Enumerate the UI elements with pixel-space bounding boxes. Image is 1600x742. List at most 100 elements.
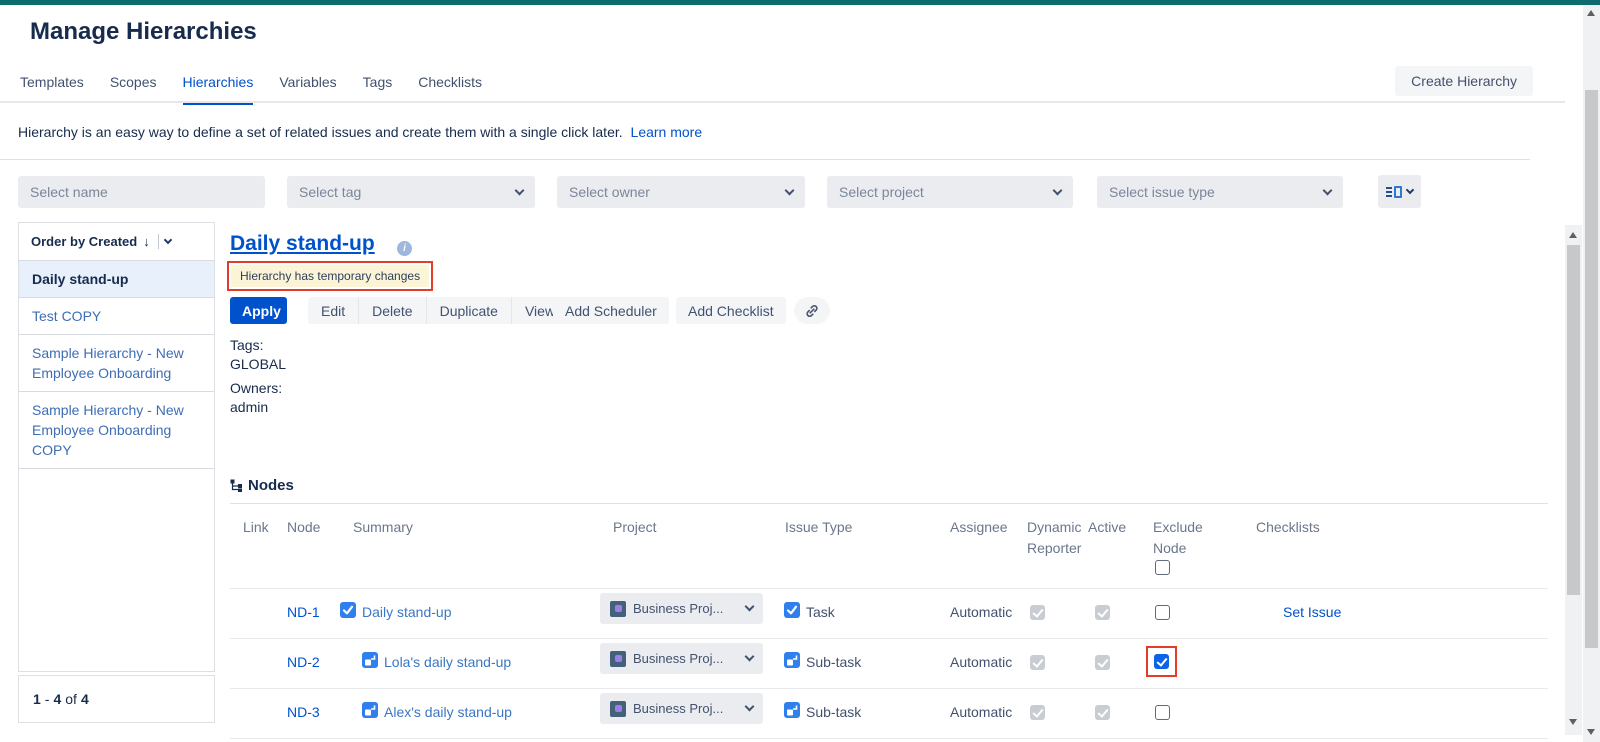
hierarchy-list-item[interactable]: Daily stand-up: [19, 261, 214, 298]
issue-type-value: Sub-task: [806, 654, 861, 670]
scrollbar-thumb[interactable]: [1585, 90, 1598, 648]
exclude-all-checkbox[interactable]: [1155, 560, 1170, 575]
scrollbar-thumb[interactable]: [1567, 245, 1580, 595]
project-value: Business Proj...: [633, 701, 739, 716]
pagination: 1 - 4 of 4: [18, 675, 215, 723]
pagination-separator: -: [45, 691, 50, 707]
column-header-issue-type: Issue Type: [785, 517, 852, 538]
description-text: Hierarchy is an easy way to define a set…: [18, 124, 623, 140]
project-select[interactable]: Business Proj...: [600, 693, 763, 724]
column-header-assignee: Assignee: [950, 517, 1008, 538]
scroll-up-arrow-icon[interactable]: [1569, 232, 1577, 238]
name-filter-input[interactable]: [18, 176, 265, 208]
chevron-down-icon: [1406, 185, 1414, 193]
project-select[interactable]: Business Proj...: [600, 643, 763, 674]
chevron-down-icon: [785, 185, 795, 195]
issue-type-filter-value: Select issue type: [1109, 184, 1324, 200]
project-filter-select[interactable]: Select project: [827, 176, 1073, 208]
node-summary-link[interactable]: Lola's daily stand-up: [384, 654, 511, 670]
project-avatar: [610, 651, 626, 667]
column-header-active: Active: [1088, 517, 1126, 538]
subtask-icon: [784, 652, 800, 668]
scroll-down-arrow-icon[interactable]: [1587, 729, 1595, 735]
apply-button[interactable]: Apply: [230, 297, 287, 324]
set-issue-link[interactable]: Set Issue: [1283, 604, 1341, 620]
chevron-down-icon: [745, 602, 755, 612]
manage-hierarchies-page: Manage Hierarchies Create Hierarchy Temp…: [0, 0, 1600, 742]
column-header-dynamic-reporter: Dynamic Reporter: [1027, 517, 1091, 559]
owners-value: admin: [230, 399, 268, 415]
assignee-value: Automatic: [950, 704, 1012, 720]
task-icon: [340, 602, 356, 618]
hierarchy-list-item[interactable]: Sample Hierarchy - New Employee Onboardi…: [19, 335, 214, 392]
edit-button[interactable]: Edit: [308, 297, 359, 324]
table-row: ND-3 Alex's daily stand-up Business Proj…: [230, 688, 1548, 738]
node-summary-link[interactable]: Alex's daily stand-up: [384, 704, 512, 720]
assignee-value: Automatic: [950, 604, 1012, 620]
tabs-divider: [0, 101, 1565, 103]
exclude-checkbox-highlight-box: [1146, 646, 1177, 677]
subtask-icon: [362, 702, 378, 718]
link-chain-icon: [804, 303, 820, 319]
node-id-link[interactable]: ND-2: [287, 654, 320, 670]
project-select[interactable]: Business Proj...: [600, 593, 763, 624]
task-icon: [784, 602, 800, 618]
panel-scrollbar[interactable]: [1565, 225, 1582, 735]
order-by-dropdown[interactable]: Order by Created ↓: [19, 223, 214, 261]
tags-value: GLOBAL: [230, 356, 286, 372]
tag-filter-select[interactable]: Select tag: [287, 176, 535, 208]
column-header-node: Node: [287, 517, 320, 538]
scroll-up-arrow-icon[interactable]: [1587, 10, 1595, 16]
delete-button[interactable]: Delete: [359, 297, 426, 324]
project-filter-value: Select project: [839, 184, 1054, 200]
node-id-link[interactable]: ND-1: [287, 604, 320, 620]
tags-label: Tags:: [230, 337, 263, 353]
project-avatar: [610, 701, 626, 717]
subtask-icon: [362, 652, 378, 668]
exclude-node-checkbox[interactable]: [1155, 605, 1170, 620]
active-checkbox: [1095, 705, 1110, 720]
project-value: Business Proj...: [633, 651, 739, 666]
view-options-button[interactable]: [1378, 175, 1421, 208]
chevron-down-icon: [745, 652, 755, 662]
hierarchy-tree-icon: [230, 479, 243, 492]
owners-label: Owners:: [230, 380, 282, 396]
divider: [158, 234, 159, 249]
table-bottom-divider: [230, 738, 1548, 739]
page-scrollbar[interactable]: [1583, 5, 1600, 742]
add-scheduler-button[interactable]: Add Scheduler: [553, 297, 669, 324]
tag-filter-value: Select tag: [299, 184, 516, 200]
exclude-node-checkbox[interactable]: [1154, 654, 1169, 669]
owner-filter-value: Select owner: [569, 184, 786, 200]
exclude-node-checkbox[interactable]: [1155, 705, 1170, 720]
add-checklist-button[interactable]: Add Checklist: [676, 297, 786, 324]
node-id-link[interactable]: ND-3: [287, 704, 320, 720]
hierarchy-title[interactable]: Daily stand-up: [230, 232, 375, 256]
page-description: Hierarchy is an easy way to define a set…: [18, 124, 702, 140]
chevron-down-icon: [745, 702, 755, 712]
table-row: ND-1 Daily stand-up Business Proj... Tas…: [230, 588, 1548, 638]
owner-filter-select[interactable]: Select owner: [557, 176, 805, 208]
info-icon[interactable]: i: [397, 241, 412, 256]
issue-type-filter-select[interactable]: Select issue type: [1097, 176, 1343, 208]
learn-more-link[interactable]: Learn more: [631, 124, 703, 140]
arrow-down-icon: ↓: [143, 234, 150, 249]
duplicate-button[interactable]: Duplicate: [427, 297, 512, 324]
node-summary-link[interactable]: Daily stand-up: [362, 604, 452, 620]
issue-type-value: Sub-task: [806, 704, 861, 720]
top-accent-bar: [0, 0, 1600, 5]
issue-type-value: Task: [806, 604, 835, 620]
order-by-label: Order by Created: [31, 234, 137, 249]
pagination-total: 4: [81, 691, 89, 707]
hierarchy-list-item[interactable]: Sample Hierarchy - New Employee Onboardi…: [19, 392, 214, 469]
table-row: ND-2 Lola's daily stand-up Business Proj…: [230, 638, 1548, 688]
column-header-exclude-node: Exclude Node: [1153, 517, 1211, 559]
project-value: Business Proj...: [633, 601, 739, 616]
pagination-start: 1: [33, 691, 41, 707]
action-button-group: Edit Delete Duplicate View: [308, 297, 568, 324]
scroll-down-arrow-icon[interactable]: [1569, 719, 1577, 725]
nodes-section-title: Nodes: [248, 477, 294, 494]
hierarchy-list-item[interactable]: Test COPY: [19, 298, 214, 335]
create-hierarchy-button[interactable]: Create Hierarchy: [1395, 66, 1533, 96]
copy-link-button[interactable]: [794, 297, 830, 324]
